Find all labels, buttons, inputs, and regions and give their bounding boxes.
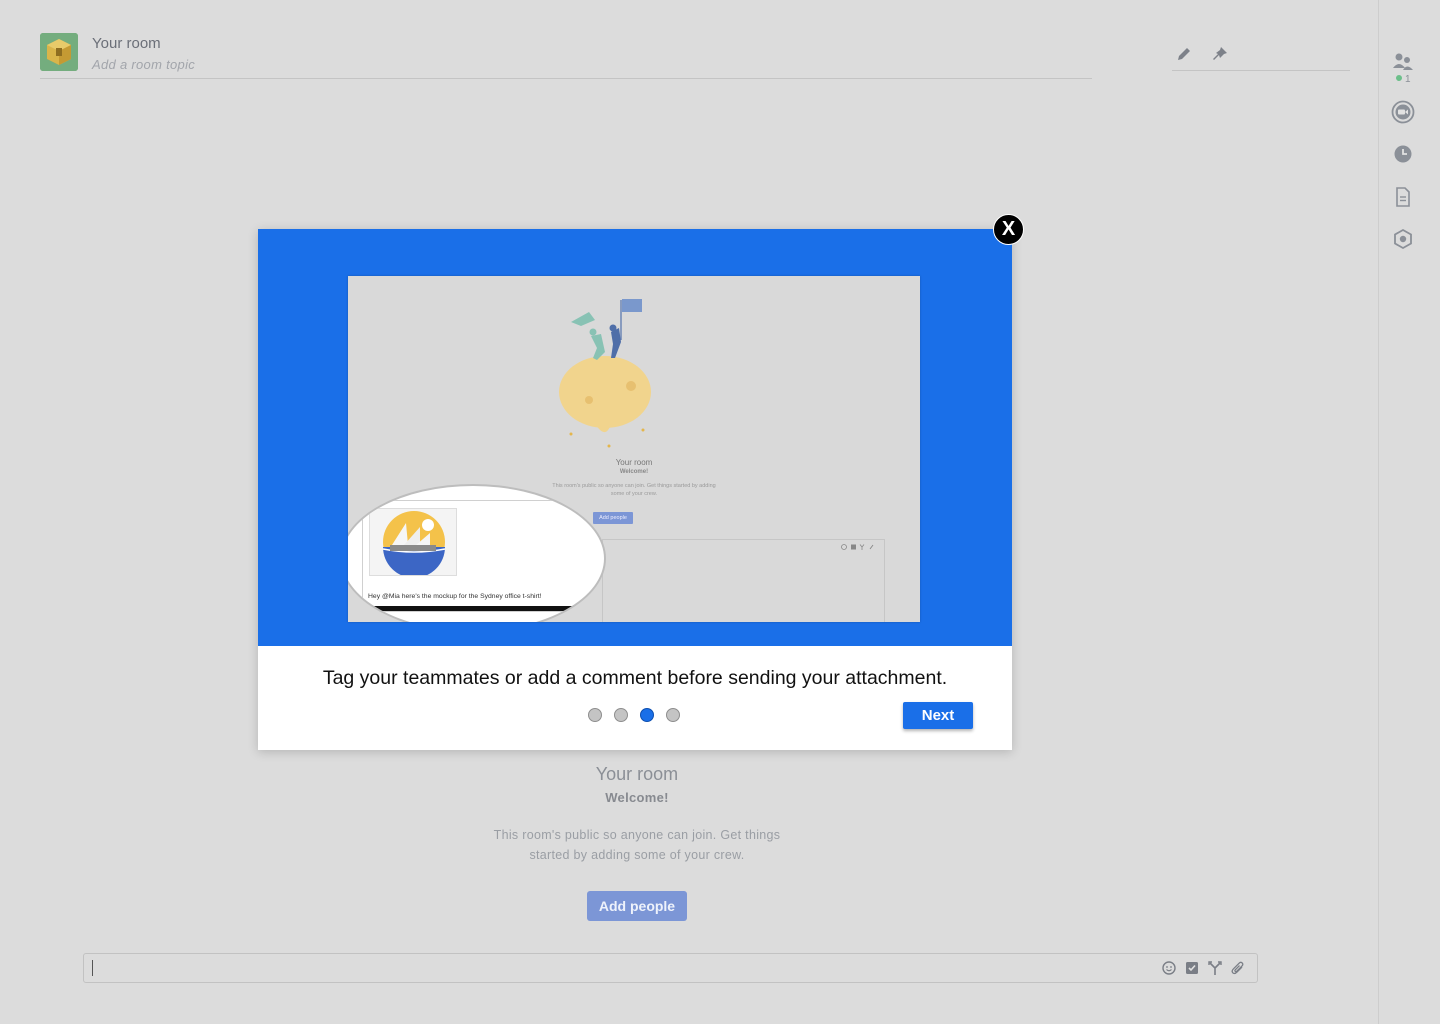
add-people-button[interactable]: Add people [586, 891, 688, 921]
online-dot [1396, 75, 1402, 81]
step-dot-2[interactable] [614, 708, 628, 722]
lens-message-text: Hey @Mia here's the mockup for the Sydne… [368, 593, 542, 600]
onboarding-modal: Your room Welcome! This room's public so… [258, 229, 1012, 750]
pin-icon[interactable] [1210, 44, 1230, 64]
step-dot-1[interactable] [588, 708, 602, 722]
step-dot-4[interactable] [666, 708, 680, 722]
video-call-icon[interactable] [1391, 100, 1415, 124]
close-modal-button[interactable]: X [993, 214, 1024, 245]
message-composer[interactable] [83, 953, 1258, 983]
preview-composer [602, 539, 885, 622]
welcome-title: Your room [595, 764, 679, 784]
magnifier-lens: Hey @Mia here's the mockup for the Sydne… [348, 484, 606, 622]
feature-preview-image: Your room Welcome! This room's public so… [348, 276, 920, 622]
step-dot-3[interactable] [640, 708, 654, 722]
file-icon[interactable] [1391, 185, 1415, 209]
opera-house-thumbnail [369, 508, 457, 578]
modal-caption: Tag your teammates or add a comment befo… [322, 667, 948, 689]
room-welcome: Your room Welcome! This room's public so… [437, 764, 837, 921]
settings-icon[interactable] [1391, 227, 1415, 251]
pencil-icon[interactable] [1174, 44, 1194, 64]
decision-icon[interactable] [1207, 960, 1223, 976]
clock-icon[interactable] [1391, 142, 1415, 166]
room-topic-input[interactable]: Add a room topic [92, 57, 195, 72]
presence-indicator: 1 [1396, 74, 1411, 85]
attachment-icon[interactable] [1230, 960, 1246, 976]
room-avatar[interactable] [40, 33, 78, 71]
preview-subtitle: Welcome! [619, 469, 649, 475]
right-sidebar: 1 [1378, 0, 1440, 1024]
welcome-subtitle: Welcome! [605, 790, 669, 805]
climbers-illustration [559, 299, 651, 448]
modal-hero: Your room Welcome! This room's public so… [258, 229, 1012, 646]
header-tools [1172, 44, 1350, 71]
welcome-description: This room's public so anyone can join. G… [493, 828, 781, 862]
task-icon[interactable] [1184, 960, 1200, 976]
preview-composer-icons [841, 544, 874, 550]
preview-description: This room's public so anyone can join. G… [552, 483, 716, 497]
people-icon[interactable] [1391, 50, 1415, 74]
next-button[interactable]: Next [903, 702, 973, 729]
room-title[interactable]: Your room [92, 35, 161, 52]
presence-count: 1 [1405, 74, 1411, 85]
emoji-icon[interactable] [1161, 960, 1177, 976]
room-header: Your room Add a room topic [40, 33, 1092, 79]
lens-divider [352, 606, 592, 611]
text-caret [92, 960, 93, 976]
preview-title: Your room [615, 458, 653, 467]
